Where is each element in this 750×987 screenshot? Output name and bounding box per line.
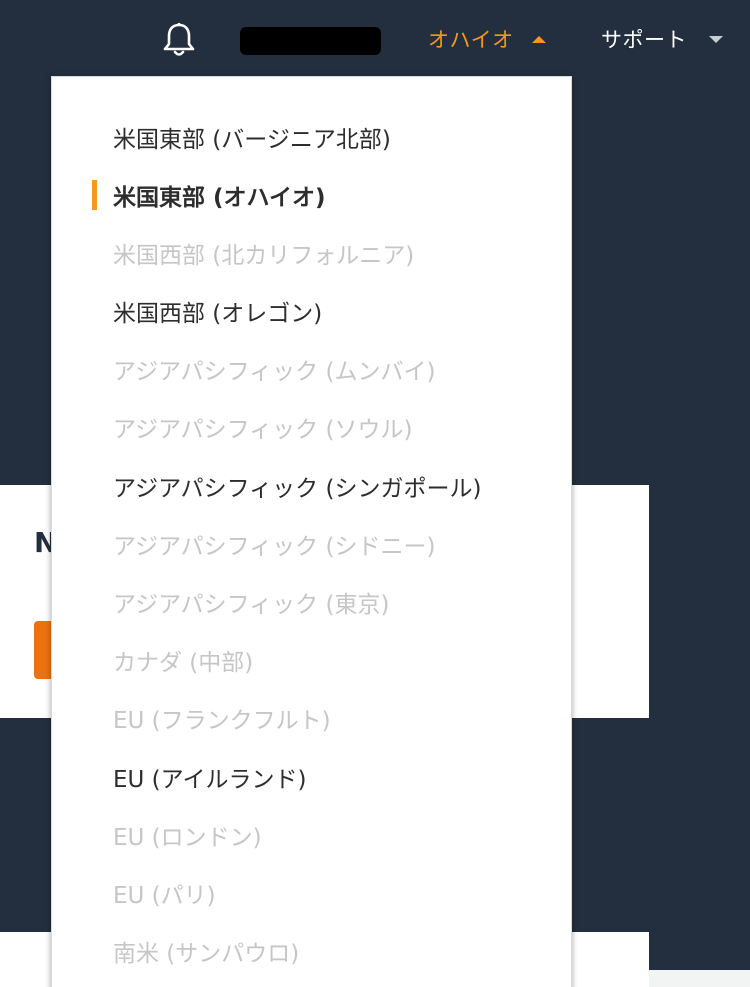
region-item-label: EU (パリ) <box>113 883 216 909</box>
region-item-label: カナダ (中部) <box>113 650 254 676</box>
region-item-label: アジアパシフィック (ソウル) <box>113 417 413 443</box>
region-selector-label: オハイオ <box>428 28 514 52</box>
region-selector-menu[interactable]: オハイオ <box>428 22 546 56</box>
region-item-label: アジアパシフィック (シンガポール) <box>113 476 482 502</box>
region-item-ap-southeast-2: アジアパシフィック (シドニー) <box>113 524 435 564</box>
region-item-ap-northeast-2: アジアパシフィック (ソウル) <box>113 407 412 447</box>
background-panel-edge <box>649 970 750 987</box>
region-item-label: アジアパシフィック (シドニー) <box>113 534 436 560</box>
region-item-eu-west-1[interactable]: EU (アイルランド) <box>113 757 306 797</box>
region-item-us-west-1: 米国西部 (北カリフォルニア) <box>113 233 414 273</box>
region-item-label: アジアパシフィック (ムンバイ) <box>113 359 436 385</box>
region-item-us-east-1[interactable]: 米国東部 (バージニア北部) <box>113 117 391 157</box>
region-item-label: 米国東部 (バージニア北部) <box>113 127 391 153</box>
region-item-ap-southeast-1[interactable]: アジアパシフィック (シンガポール) <box>113 466 481 506</box>
support-menu-label: サポート <box>601 28 687 52</box>
region-item-label: アジアパシフィック (東京) <box>113 592 390 618</box>
region-item-eu-west-2: EU (ロンドン) <box>113 815 262 855</box>
top-navigation: オハイオ サポート <box>0 0 750 76</box>
caret-down-icon <box>709 35 723 43</box>
region-item-ap-northeast-1: アジアパシフィック (東京) <box>113 582 389 622</box>
region-dropdown: 米国東部 (バージニア北部) 米国東部 (オハイオ) 米国西部 (北カリフォルニ… <box>51 76 572 987</box>
account-menu-redacted[interactable] <box>240 27 381 55</box>
region-item-label: 米国西部 (オレゴン) <box>113 301 323 327</box>
region-item-label: 米国西部 (北カリフォルニア) <box>113 243 415 269</box>
region-item-label: EU (フランクフルト) <box>113 708 331 734</box>
selected-region-indicator <box>92 180 97 210</box>
region-item-label: EU (アイルランド) <box>113 767 307 793</box>
region-item-us-west-2[interactable]: 米国西部 (オレゴン) <box>113 291 322 331</box>
support-menu[interactable]: サポート <box>601 22 723 56</box>
caret-up-icon <box>531 35 546 43</box>
region-item-label: 米国東部 (オハイオ) <box>113 185 326 211</box>
region-item-eu-central-1: EU (フランクフルト) <box>113 698 331 738</box>
region-item-ca-central-1: カナダ (中部) <box>113 640 253 680</box>
region-item-eu-west-3: EU (パリ) <box>113 873 216 913</box>
region-item-sa-east-1: 南米 (サンパウロ) <box>113 931 299 971</box>
region-item-us-east-2[interactable]: 米国東部 (オハイオ) <box>113 175 326 215</box>
bell-icon[interactable] <box>160 20 198 60</box>
region-item-label: EU (ロンドン) <box>113 825 262 851</box>
region-item-label: 南米 (サンパウロ) <box>113 941 300 967</box>
bell-icon-graphic <box>163 22 195 56</box>
region-item-ap-south-1: アジアパシフィック (ムンバイ) <box>113 349 435 389</box>
page: N オハイオ サポート 米国東部 (バージニア北部) 米国東部 (オハイオ) 米… <box>0 0 750 987</box>
